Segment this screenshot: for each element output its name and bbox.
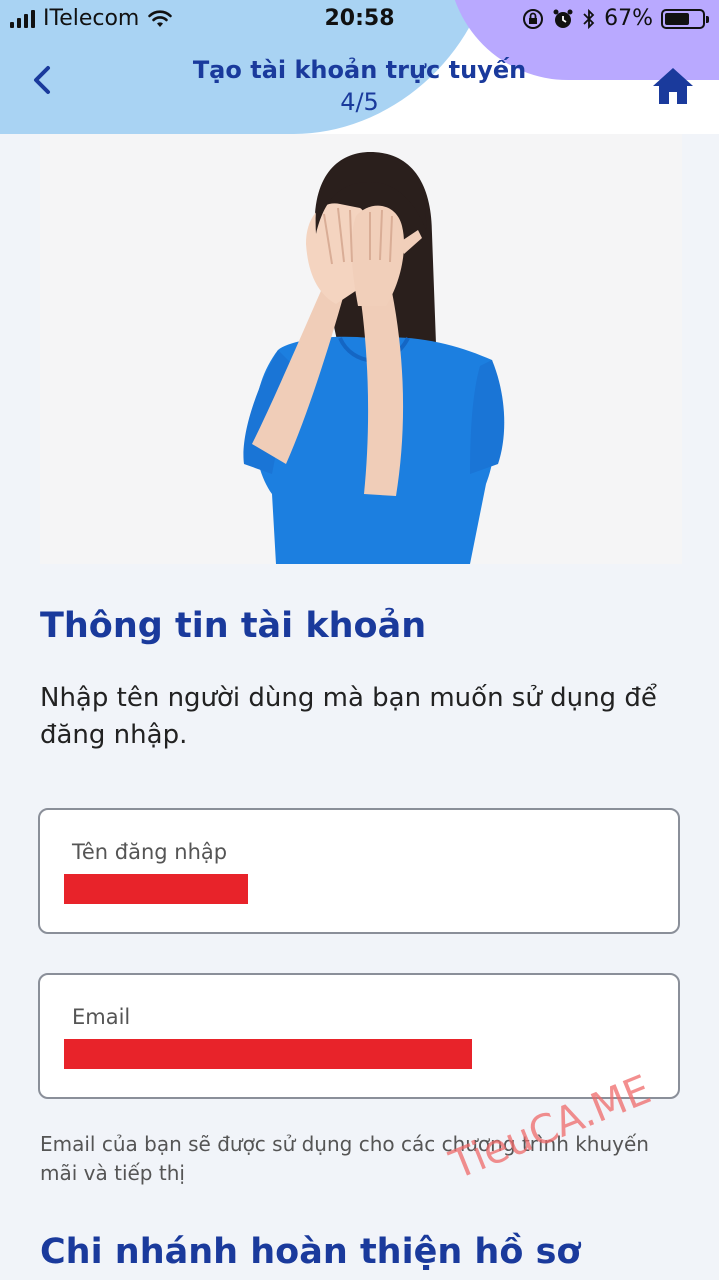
hero-illustration <box>40 134 682 564</box>
username-field[interactable]: Tên đăng nhập <box>38 808 680 934</box>
username-label: Tên đăng nhập <box>72 840 228 864</box>
bluetooth-icon <box>583 8 595 29</box>
section-description: Nhập tên người dùng mà bạn muốn sử dụng … <box>40 683 657 750</box>
step-indicator: 4/5 <box>340 88 379 116</box>
branch-section-title: Chi nhánh hoàn thiện hồ sơ <box>40 1232 581 1272</box>
email-field[interactable]: Email <box>38 973 680 1099</box>
section-title: Thông tin tài khoản <box>40 606 427 646</box>
email-label: Email <box>72 1005 131 1029</box>
status-bar: ITelecom 20:58 67% <box>0 0 719 40</box>
status-bar-right: 67% <box>522 6 709 31</box>
person-covering-face-illustration <box>243 152 505 564</box>
battery-percent: 67% <box>604 6 653 31</box>
email-value-redacted <box>64 1039 472 1069</box>
top-area: ITelecom 20:58 67% Tạo tài khoản trực tu… <box>0 0 719 134</box>
orientation-lock-icon <box>523 8 544 29</box>
battery-fill <box>665 12 690 25</box>
username-value-redacted <box>64 874 248 904</box>
content-area: Thông tin tài khoản Nhập tên người dùng … <box>0 564 719 1280</box>
page-title: Tạo tài khoản trực tuyến <box>192 56 527 84</box>
battery-icon <box>661 8 709 29</box>
nav-bar: Tạo tài khoản trực tuyến 4/5 <box>0 44 719 134</box>
alarm-icon <box>553 9 573 28</box>
home-icon[interactable] <box>651 64 695 108</box>
